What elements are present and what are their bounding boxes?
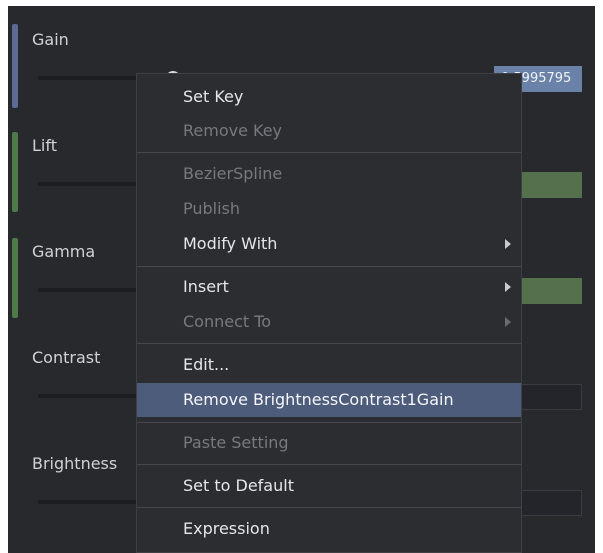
menu-item-connect-to: Connect To (137, 305, 521, 339)
lift-group-bar (12, 132, 18, 212)
menu-item-paste-setting: Paste Setting (137, 426, 521, 460)
menu-item-insert[interactable]: Insert (137, 270, 521, 304)
menu-item-edit[interactable]: Edit... (137, 348, 521, 382)
brightness-label: Brightness (32, 454, 118, 473)
menu-item-remove-brightnesscontrast1gain[interactable]: Remove BrightnessContrast1Gain (137, 383, 521, 417)
menu-separator (137, 464, 521, 465)
menu-item-bezierspline: BezierSpline (137, 157, 521, 191)
menu-item-label: Publish (183, 199, 241, 218)
menu-item-label: Remove Key (183, 121, 283, 140)
contrast-label: Contrast (32, 348, 101, 367)
submenu-arrow-icon (505, 282, 511, 292)
menu-item-publish: Publish (137, 192, 521, 226)
menu-item-label: Set Key (183, 87, 244, 106)
menu-item-label: Set to Default (183, 476, 294, 495)
submenu-arrow-icon (505, 239, 511, 249)
lift-label: Lift (32, 136, 57, 155)
menu-item-modify-with[interactable]: Modify With (137, 227, 521, 261)
menu-item-label: BezierSpline (183, 164, 283, 183)
menu-item-label: Paste Setting (183, 433, 289, 452)
menu-item-expression[interactable]: Expression (137, 512, 521, 546)
menu-item-label: Edit... (183, 355, 230, 374)
menu-item-label: Connect To (183, 312, 272, 331)
menu-separator (137, 266, 521, 267)
context-menu: Set Key Remove Key BezierSpline Publish … (136, 73, 522, 553)
menu-separator (137, 343, 521, 344)
menu-item-label: Modify With (183, 234, 278, 253)
menu-item-set-to-default[interactable]: Set to Default (137, 469, 521, 503)
menu-separator (137, 422, 521, 423)
submenu-arrow-icon (505, 317, 511, 327)
gamma-group-bar (12, 238, 18, 318)
menu-separator (137, 507, 521, 508)
menu-item-label: Remove BrightnessContrast1Gain (183, 390, 454, 409)
menu-item-set-key[interactable]: Set Key (137, 80, 521, 114)
menu-item-remove-key: Remove Key (137, 114, 521, 148)
menu-item-label: Insert (183, 277, 229, 296)
menu-item-label: Expression (183, 519, 270, 538)
gain-group-bar (12, 24, 18, 108)
menu-separator (137, 152, 521, 153)
gain-label: Gain (32, 30, 69, 49)
gamma-label: Gamma (32, 242, 96, 261)
